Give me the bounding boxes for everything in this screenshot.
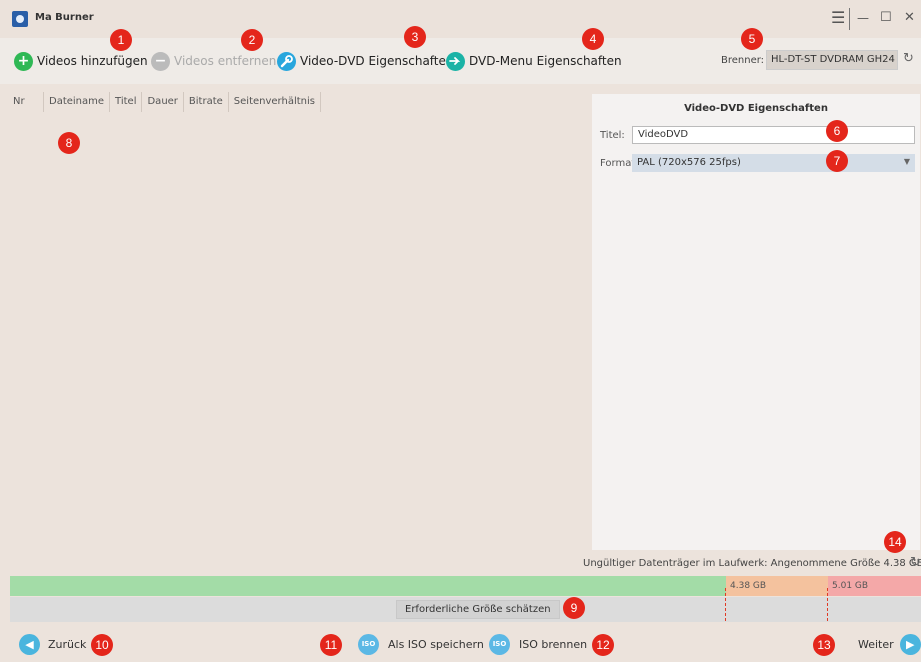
dvd-properties-button[interactable]: Video-DVD Eigenschaften [277,51,454,71]
next-label: Weiter [858,637,894,651]
plus-icon: + [14,51,33,71]
file-list-header: Nr Dateiname Titel Dauer Bitrate Seitenv… [8,90,590,114]
marker-1: 1 [110,29,132,51]
capacity-label-dvd9: 5.01 GB [832,581,869,591]
format-select[interactable]: PAL (720x576 25fps) ▼ [632,154,915,172]
title-separator [849,8,850,30]
save-iso-label: Als ISO speichern [388,637,484,651]
maximize-icon[interactable]: ☐ [880,10,892,26]
marker-4: 4 [582,28,604,50]
app-title: Ma Burner [35,12,94,23]
arrow-right-icon: ▶ [899,633,921,655]
marker-2: 2 [241,29,263,51]
next-button[interactable]: Weiter ▶ [858,633,921,655]
title-input[interactable]: VideoDVD [632,126,915,144]
app-logo-icon [12,11,28,27]
capacity-marker-line [827,588,828,621]
close-icon[interactable]: ✕ [904,10,915,26]
burner-label: Brenner: [721,55,765,66]
menu-settings-icon [446,51,465,71]
properties-title: Video-DVD Eigenschaften [684,103,828,114]
wrench-icon [277,51,296,71]
file-list[interactable]: Nr Dateiname Titel Dauer Bitrate Seitenv… [8,90,590,570]
minimize-icon[interactable]: — [857,10,869,26]
disk-status-text: Ungültiger Datenträger im Laufwerk: Ange… [583,558,921,569]
marker-3: 3 [404,26,426,48]
column-aspect-ratio[interactable]: Seitenverhältnis [229,92,321,112]
column-bitrate[interactable]: Bitrate [184,92,229,112]
burner-refresh-icon[interactable]: ↻ [903,51,914,66]
burn-iso-button[interactable]: ISO ISO brennen [489,633,587,655]
column-duration[interactable]: Dauer [142,92,184,112]
capacity-marker-line [725,588,726,621]
marker-13: 13 [813,634,835,656]
save-iso-button[interactable]: ISO Als ISO speichern [358,633,484,655]
title-label: Titel: [600,130,625,141]
minus-icon: − [151,51,170,71]
disk-refresh-icon[interactable]: ↻ [910,555,921,570]
iso-save-icon: ISO [358,633,379,655]
marker-7: 7 [826,150,848,172]
format-value: PAL (720x576 25fps) [637,157,741,168]
marker-10: 10 [91,634,113,656]
marker-5: 5 [741,28,763,50]
add-videos-label: Videos hinzufügen [37,54,148,68]
menu-icon[interactable]: ☰ [831,10,845,26]
menu-properties-label: DVD-Menu Eigenschaften [469,54,622,68]
properties-panel: Video-DVD Eigenschaften Titel: VideoDVD … [592,94,920,550]
size-used-segment [10,576,726,596]
column-title[interactable]: Titel [110,92,143,112]
dropdown-arrow-icon: ▼ [903,157,910,166]
marker-9: 9 [563,597,585,619]
marker-11: 11 [320,634,342,656]
arrow-left-icon: ◀ [19,633,40,655]
iso-burn-icon: ISO [489,633,510,655]
capacity-label-dvd5: 4.38 GB [730,581,767,591]
remove-videos-button[interactable]: − Videos entfernen [151,51,276,71]
back-label: Zurück [48,637,87,651]
marker-8: 8 [58,132,80,154]
back-button[interactable]: ◀ Zurück [19,633,86,655]
menu-properties-button[interactable]: DVD-Menu Eigenschaften [446,51,622,71]
marker-14: 14 [884,531,906,553]
estimate-size-button[interactable]: Erforderliche Größe schätzen [396,600,560,619]
marker-6: 6 [826,120,848,142]
bottom-bar: ◀ Zurück ISO Als ISO speichern ISO ISO b… [0,625,921,662]
title-bar: Ma Burner ☰ — ☐ ✕ [0,0,921,38]
column-filename[interactable]: Dateiname [44,92,111,112]
remove-videos-label: Videos entfernen [174,54,277,68]
column-nr[interactable]: Nr [8,92,44,112]
dvd-properties-label: Video-DVD Eigenschaften [300,54,454,68]
size-bar: 4.38 GB 5.01 GB [10,576,921,596]
estimate-row: Erforderliche Größe schätzen [10,597,921,622]
add-videos-button[interactable]: + Videos hinzufügen [14,51,148,71]
burner-select[interactable]: HL-DT-ST DVDRAM GH24 ▾ [766,50,898,70]
marker-12: 12 [592,634,614,656]
burn-iso-label: ISO brennen [519,637,588,651]
